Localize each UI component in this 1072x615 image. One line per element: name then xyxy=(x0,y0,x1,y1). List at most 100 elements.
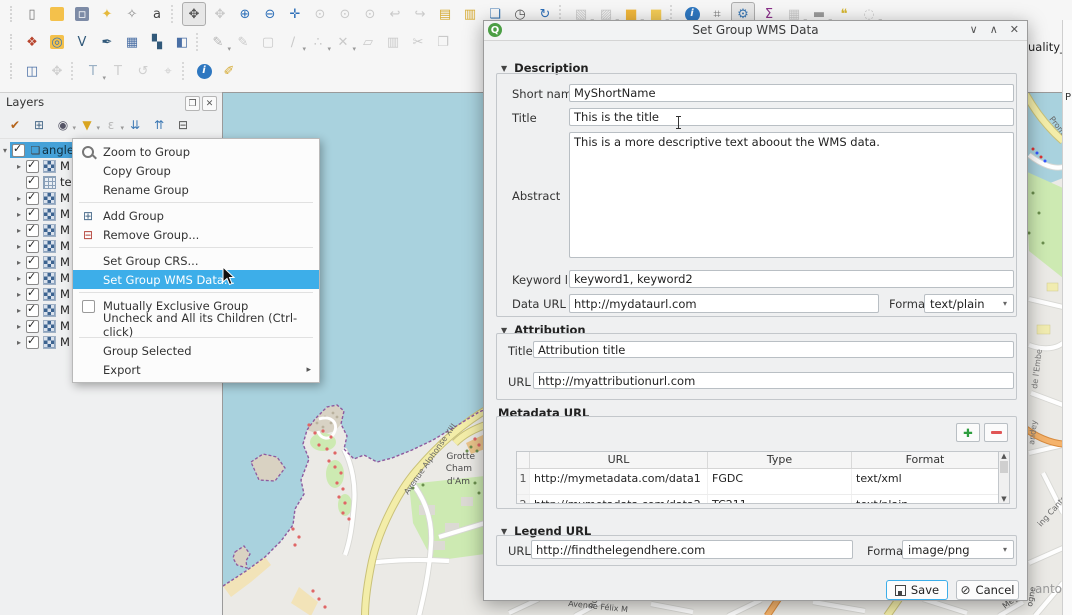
add-group-button[interactable]: ⊞ xyxy=(30,116,48,134)
expander-icon[interactable]: ▸ xyxy=(14,290,24,299)
remove-metadata-row-button[interactable] xyxy=(984,423,1008,442)
filter-legend-button[interactable]: ▼▾ xyxy=(78,116,96,134)
layer-checkbox[interactable] xyxy=(26,192,39,205)
pan-map-button[interactable]: ✥ xyxy=(182,2,206,26)
scroll-up-icon[interactable]: ▲ xyxy=(999,452,1009,460)
menu-item-group-selected[interactable]: Group Selected xyxy=(73,341,319,360)
data-url-input[interactable] xyxy=(569,294,879,313)
scroll-thumb[interactable] xyxy=(1000,461,1008,473)
layer-checkbox[interactable] xyxy=(26,304,39,317)
metasearch-button[interactable]: i xyxy=(193,60,215,82)
dialog-shade-icon[interactable]: ∨ xyxy=(970,23,978,36)
copy-features-button[interactable]: ❐ xyxy=(432,31,454,53)
save-project-button[interactable]: ▫ xyxy=(71,3,93,25)
column-header[interactable]: URL xyxy=(530,452,708,468)
menu-item-set-group-crs[interactable]: Set Group CRS... xyxy=(73,251,319,270)
save-button[interactable]: Save xyxy=(886,580,948,600)
expander-icon[interactable]: ▸ xyxy=(14,210,24,219)
expander-icon[interactable]: ▸ xyxy=(14,322,24,331)
filter-by-expression-button[interactable]: ε▾ xyxy=(102,116,120,134)
zoom-to-layer-button[interactable]: ⊙ xyxy=(334,3,356,25)
toggle-editing-button[interactable]: ✎ xyxy=(232,31,254,53)
highlight-pinned-labels-button[interactable]: T▾ xyxy=(82,60,104,82)
show-bookmarks-button[interactable]: ▥ xyxy=(459,3,481,25)
new-project-button[interactable]: ▯ xyxy=(21,3,43,25)
layer-checkbox[interactable] xyxy=(26,224,39,237)
zoom-next-button[interactable]: ↪ xyxy=(409,3,431,25)
modify-attributes-button[interactable]: ▱ xyxy=(357,31,379,53)
attribution-url-input[interactable] xyxy=(533,372,1014,389)
layer-checkbox[interactable] xyxy=(26,176,39,189)
pin-labels-button[interactable]: ◫ xyxy=(21,60,43,82)
manage-map-themes-button[interactable]: ◉▾ xyxy=(54,116,72,134)
add-vector-layer-button[interactable]: V xyxy=(71,31,93,53)
zoom-to-selection-button[interactable]: ⊙ xyxy=(309,3,331,25)
add-delimited-text-layer-button[interactable]: ✒ xyxy=(96,31,118,53)
expander-icon[interactable]: ▸ xyxy=(14,162,24,171)
layer-checkbox[interactable] xyxy=(12,144,25,157)
title-input[interactable] xyxy=(569,108,1014,126)
cancel-button[interactable]: ⊘ Cancel xyxy=(956,580,1019,600)
scroll-down-icon[interactable]: ▼ xyxy=(999,495,1009,503)
pan-to-selection-button[interactable]: ✥ xyxy=(209,3,231,25)
zoom-full-button[interactable]: ✛ xyxy=(284,3,306,25)
legend-format-combo[interactable]: image/png ▾ xyxy=(902,540,1014,559)
metadata-table[interactable]: URLTypeFormat 1http://mymetadata.com/dat… xyxy=(516,451,1010,504)
expander-icon[interactable]: ▸ xyxy=(14,194,24,203)
legend-url-input[interactable] xyxy=(531,540,853,559)
add-favorite-layer-button[interactable]: ◎ xyxy=(46,31,68,53)
add-postgis-layer-button[interactable]: ▦ xyxy=(121,31,143,53)
dialog-titlebar[interactable]: Q Set Group WMS Data ∨ ∧ ✕ xyxy=(484,21,1027,41)
dialog-unshade-icon[interactable]: ∧ xyxy=(990,23,998,36)
layer-checkbox[interactable] xyxy=(26,256,39,269)
metadata-row[interactable]: 2http://mymetadata.com/data2TC211text/pl… xyxy=(517,495,1009,504)
expander-icon[interactable]: ▸ xyxy=(14,258,24,267)
save-layer-edits-button[interactable]: ▢ xyxy=(257,31,279,53)
zoom-out-button[interactable]: ⊖ xyxy=(259,3,281,25)
column-header[interactable]: Type xyxy=(708,452,852,468)
layer-checkbox[interactable] xyxy=(26,160,39,173)
layer-checkbox[interactable] xyxy=(26,336,39,349)
add-raster-layer-button[interactable]: ▚ xyxy=(146,31,168,53)
layer-checkbox[interactable] xyxy=(26,320,39,333)
dialog-close-icon[interactable]: ✕ xyxy=(1010,23,1019,36)
menu-item-remove-group[interactable]: ⊟Remove Group... xyxy=(73,225,319,244)
style-manager-button[interactable]: a xyxy=(146,3,168,25)
panel-float-icon[interactable]: ❐ xyxy=(185,96,200,111)
zoom-in-button[interactable]: ⊕ xyxy=(234,3,256,25)
expander-icon[interactable]: ▸ xyxy=(14,338,24,347)
expander-icon[interactable]: ▸ xyxy=(14,242,24,251)
expander-icon[interactable]: ▸ xyxy=(14,274,24,283)
add-mesh-layer-button[interactable]: ◧ xyxy=(171,31,193,53)
menu-item-export[interactable]: Export▸ xyxy=(73,360,319,379)
expander-icon[interactable]: ▾ xyxy=(0,146,10,155)
rotate-label-button[interactable]: ↺ xyxy=(132,60,154,82)
menu-item-set-group-wms-data[interactable]: Set Group WMS Data... xyxy=(73,270,319,289)
menu-item-add-group[interactable]: ⊞Add Group xyxy=(73,206,319,225)
short-name-input[interactable] xyxy=(569,84,1014,102)
expand-all-button[interactable]: ⇊ xyxy=(126,116,144,134)
menu-item-copy-group[interactable]: Copy Group xyxy=(73,161,319,180)
new-print-layout-button[interactable]: ✦ xyxy=(96,3,118,25)
open-project-button[interactable] xyxy=(46,3,68,25)
vertex-tool-button[interactable]: ✕▾ xyxy=(332,31,354,53)
menu-item-zoom-to-group[interactable]: Zoom to Group xyxy=(73,142,319,161)
expander-icon[interactable]: ▸ xyxy=(14,306,24,315)
delete-selected-button[interactable]: ▥ xyxy=(382,31,404,53)
remove-layer-button[interactable]: ⊟ xyxy=(174,116,192,134)
zoom-native-button[interactable]: ⊙ xyxy=(359,3,381,25)
menu-item-uncheck-all-children[interactable]: Uncheck and All its Children (Ctrl-click… xyxy=(73,315,319,334)
panel-close-icon[interactable]: ✕ xyxy=(202,96,217,111)
layer-checkbox[interactable] xyxy=(26,272,39,285)
plugin-manager-button[interactable]: ✐ xyxy=(218,60,240,82)
zoom-last-button[interactable]: ↩ xyxy=(384,3,406,25)
add-metadata-row-button[interactable]: ✚ xyxy=(956,423,980,442)
move-label-button[interactable]: ✥ xyxy=(46,60,68,82)
layer-checkbox[interactable] xyxy=(26,288,39,301)
attribution-title-input[interactable] xyxy=(533,341,1014,358)
open-layer-styling-button[interactable]: ✔ xyxy=(6,116,24,134)
new-bookmark-button[interactable]: ▤ xyxy=(434,3,456,25)
change-label-button[interactable]: ⌖ xyxy=(157,60,179,82)
abstract-textarea[interactable]: This is a more descriptive text aboout t… xyxy=(569,132,1014,258)
layer-checkbox[interactable] xyxy=(26,240,39,253)
